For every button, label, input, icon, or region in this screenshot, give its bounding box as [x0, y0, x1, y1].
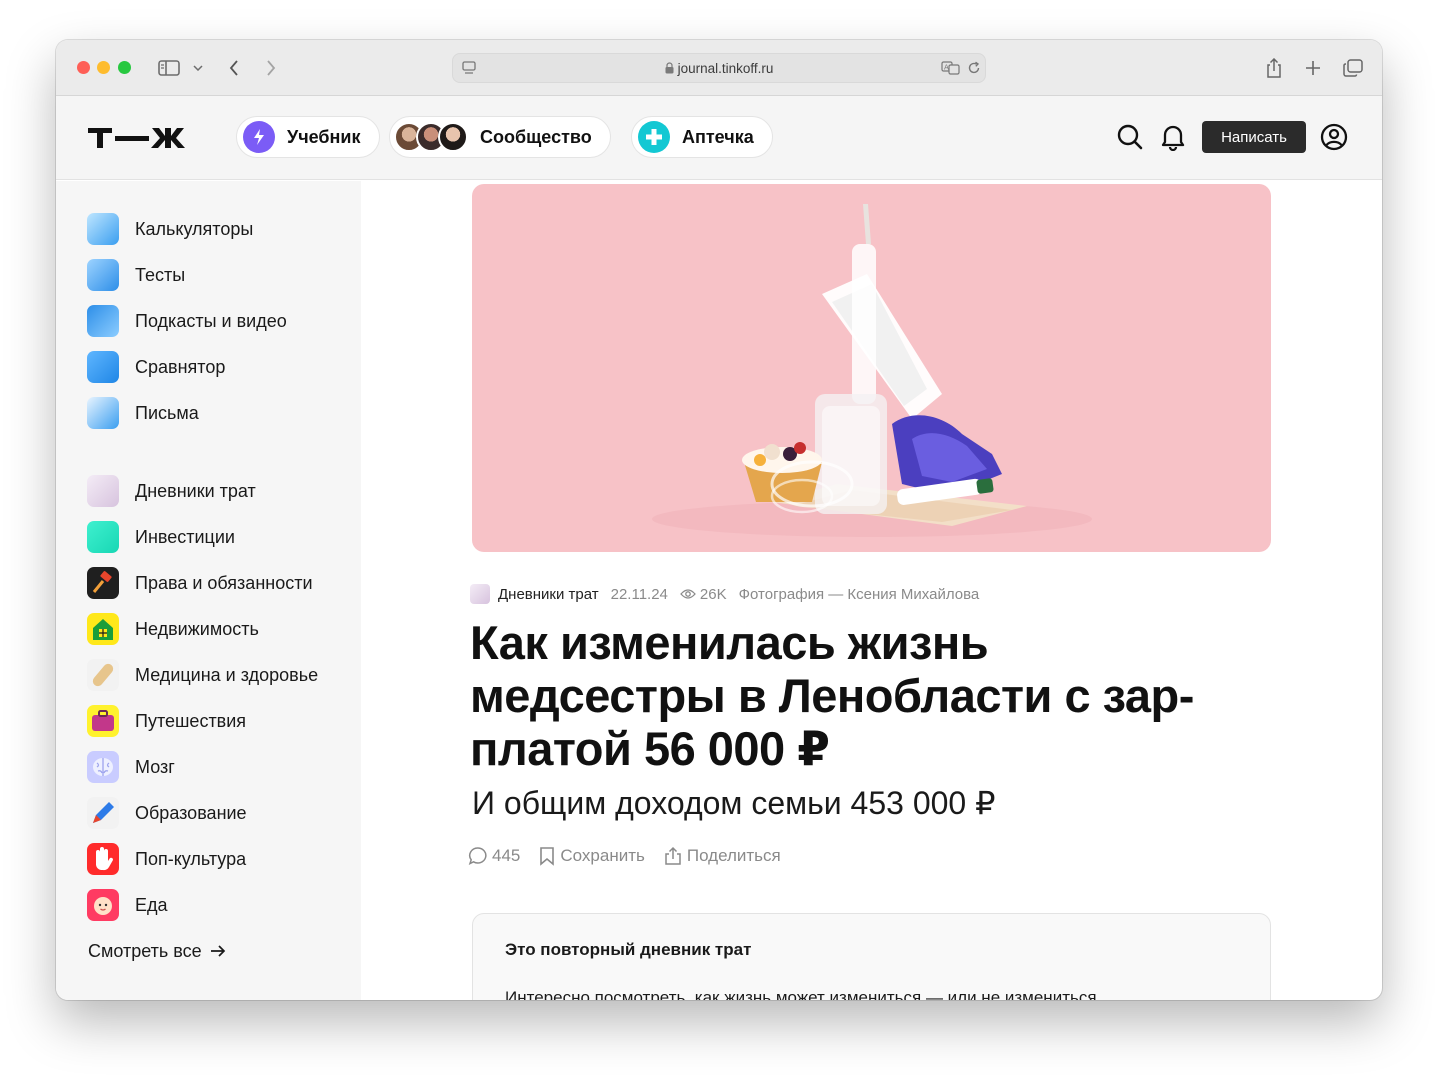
- browser-titlebar: journal.tinkoff.ru A: [56, 40, 1382, 96]
- sidebar-item-education[interactable]: Образование: [87, 797, 247, 829]
- pen-icon: [87, 797, 119, 829]
- chevron-down-icon[interactable]: [192, 56, 204, 80]
- gamepad-icon: [87, 259, 119, 291]
- reload-icon[interactable]: [967, 61, 981, 80]
- comment-icon: [468, 846, 492, 866]
- lock-icon: [665, 62, 674, 77]
- note-title: Это повторный дневник трат: [505, 940, 752, 959]
- sidebar-item-brain[interactable]: Мозг: [87, 751, 175, 783]
- profile-icon[interactable]: [1320, 123, 1348, 156]
- site-header: Учебник Сообщество Аптечка Написать: [56, 96, 1382, 180]
- sidebar-toggle-icon[interactable]: [156, 56, 182, 80]
- sidebar-item-investments[interactable]: Инвестиции: [87, 521, 235, 553]
- article-category[interactable]: Дневники трат: [498, 586, 599, 603]
- compare-icon: [87, 351, 119, 383]
- sidebar-item-letters[interactable]: Письма: [87, 397, 199, 429]
- first-aid-pill[interactable]: Аптечка: [631, 116, 773, 158]
- sidebar-item-pop-culture[interactable]: Поп-культура: [87, 843, 246, 875]
- sidebar-item-tests[interactable]: Тесты: [87, 259, 185, 291]
- article-meta: Дневники трат 22.11.24 26K Фотография — …: [470, 584, 979, 604]
- photo-credit: Фотография — Ксения Михайлова: [738, 585, 980, 603]
- see-all-link[interactable]: Смотреть все: [88, 941, 226, 962]
- close-window-button[interactable]: [77, 61, 90, 74]
- sidebar-item-rights[interactable]: Права и обязанности: [87, 567, 313, 599]
- hand-icon: [87, 843, 119, 875]
- sidebar: Калькуляторы Тесты Подкасты и видео Срав…: [56, 181, 361, 1000]
- zoom-window-button[interactable]: [118, 61, 131, 74]
- sidebar-item-travel[interactable]: Путешествия: [87, 705, 246, 737]
- forward-icon[interactable]: [263, 56, 279, 80]
- svg-text:A: A: [944, 64, 949, 72]
- diary-icon: [87, 475, 119, 507]
- note-text: Интересно посмотреть, как жизнь может из…: [505, 988, 1097, 1000]
- article-hero-image: [472, 184, 1271, 552]
- arrow-right-icon: [210, 941, 226, 962]
- sidebar-item-comparator[interactable]: Сравнятор: [87, 351, 225, 383]
- gavel-icon: [87, 567, 119, 599]
- plus-cross-icon: [638, 121, 670, 153]
- article-subtitle: И общим доходом семьи 453 000 ₽: [472, 785, 996, 821]
- write-button[interactable]: Написать: [1202, 121, 1306, 153]
- eye-icon: [680, 588, 696, 600]
- article-title: Как изменилась жизнь медсестры в Ленобла…: [470, 616, 1195, 775]
- bandage-icon: [87, 659, 119, 691]
- calculator-icon: [87, 213, 119, 245]
- baby-icon: [87, 889, 119, 921]
- tab-overview-icon[interactable]: [1342, 56, 1364, 80]
- suitcase-icon: [87, 705, 119, 737]
- back-icon[interactable]: [226, 56, 242, 80]
- share-button[interactable]: Поделиться: [663, 846, 781, 866]
- article-actions: 445 Сохранить Поделиться: [468, 846, 799, 866]
- investments-icon: [87, 521, 119, 553]
- lightning-icon: [243, 121, 275, 153]
- sidebar-item-medicine[interactable]: Медицина и здоровье: [87, 659, 318, 691]
- repeat-diary-note: Это повторный дневник трат Интересно пос…: [472, 913, 1271, 1000]
- tzh-logo[interactable]: [86, 126, 214, 155]
- minimize-window-button[interactable]: [97, 61, 110, 74]
- comments-button[interactable]: 445: [468, 846, 520, 866]
- share-icon[interactable]: [1264, 56, 1284, 80]
- community-pill[interactable]: Сообщество: [389, 116, 611, 158]
- sidebar-item-calculators[interactable]: Калькуляторы: [87, 213, 253, 245]
- url-text: journal.tinkoff.ru: [453, 61, 985, 77]
- translate-icon[interactable]: A: [941, 60, 961, 81]
- sidebar-item-real-estate[interactable]: Недвижимость: [87, 613, 259, 645]
- textbook-pill[interactable]: Учебник: [236, 116, 380, 158]
- search-icon[interactable]: [1116, 123, 1144, 156]
- sidebar-item-food[interactable]: Еда: [87, 889, 168, 921]
- sidebar-item-podcasts[interactable]: Подкасты и видео: [87, 305, 287, 337]
- brain-icon: [87, 751, 119, 783]
- play-icon: [87, 305, 119, 337]
- bell-icon[interactable]: [1160, 123, 1186, 156]
- article-date: 22.11.24: [610, 585, 668, 603]
- community-avatars: [394, 122, 468, 152]
- avatar: [438, 122, 468, 152]
- sidebar-item-spending-diaries[interactable]: Дневники трат: [87, 475, 256, 507]
- letter-icon: [87, 397, 119, 429]
- browser-window: journal.tinkoff.ru A Учебник Сообщество …: [56, 40, 1382, 1000]
- save-button[interactable]: Сохранить: [538, 846, 645, 866]
- bookmark-icon: [538, 846, 560, 866]
- article-views: 26K: [699, 585, 727, 603]
- category-icon: [470, 584, 490, 604]
- share-icon: [663, 846, 687, 866]
- address-bar[interactable]: journal.tinkoff.ru A: [452, 53, 986, 83]
- house-icon: [87, 613, 119, 645]
- new-tab-icon[interactable]: [1303, 56, 1323, 80]
